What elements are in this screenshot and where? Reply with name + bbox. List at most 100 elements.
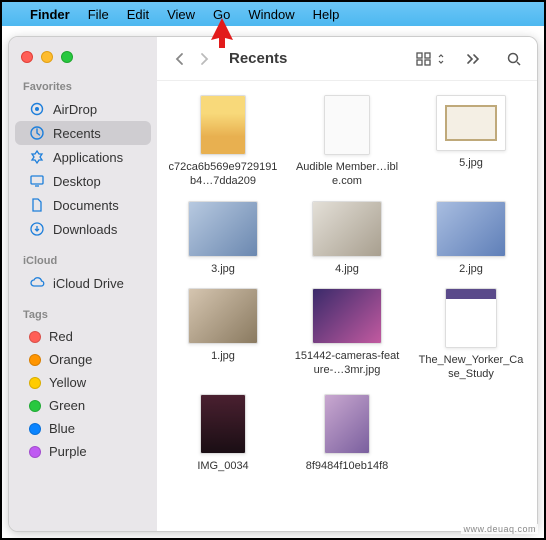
- airdrop-icon: [29, 101, 45, 117]
- sidebar-heading-favorites: Favorites: [9, 77, 157, 97]
- clock-icon: [29, 125, 45, 141]
- file-thumbnail: [324, 394, 370, 454]
- file-item[interactable]: IMG_0034: [165, 394, 281, 474]
- sidebar-item-icloud-drive[interactable]: iCloud Drive: [15, 271, 151, 295]
- sidebar-tag-green[interactable]: Green: [15, 394, 151, 417]
- nav-buttons: [169, 48, 215, 70]
- menu-help[interactable]: Help: [313, 7, 340, 22]
- desktop-icon: [29, 173, 45, 189]
- sidebar-item-label: Blue: [49, 421, 75, 436]
- sidebar-tag-red[interactable]: Red: [15, 325, 151, 348]
- tag-dot-icon: [29, 331, 41, 343]
- sidebar-tag-blue[interactable]: Blue: [15, 417, 151, 440]
- sidebar-heading-tags: Tags: [9, 305, 157, 325]
- search-button[interactable]: [503, 48, 525, 70]
- menu-edit[interactable]: Edit: [127, 7, 149, 22]
- file-item[interactable]: c72ca6b569e9729191b4…7dda209: [165, 95, 281, 189]
- file-item[interactable]: 2.jpg: [413, 201, 529, 277]
- file-item[interactable]: Audible Member…ible.com: [289, 95, 405, 189]
- content-area: Recents c72ca6b569e9729191b4…7dda209 Audi…: [157, 37, 537, 531]
- sidebar-item-desktop[interactable]: Desktop: [15, 169, 151, 193]
- sidebar-item-label: Green: [49, 398, 85, 413]
- tag-dot-icon: [29, 400, 41, 412]
- sidebar-tag-purple[interactable]: Purple: [15, 440, 151, 463]
- sidebar-section-icloud: iCloud iCloud Drive: [9, 251, 157, 295]
- tag-dot-icon: [29, 423, 41, 435]
- file-label: 4.jpg: [335, 263, 359, 277]
- view-mode-button[interactable]: [416, 48, 445, 70]
- file-thumbnail: [312, 288, 382, 344]
- zoom-button[interactable]: [61, 51, 73, 63]
- file-label: 3.jpg: [211, 263, 235, 277]
- file-thumbnail: [436, 95, 506, 151]
- applications-icon: [29, 149, 45, 165]
- sidebar-tag-yellow[interactable]: Yellow: [15, 371, 151, 394]
- finder-window: Favorites AirDrop Recents Applications D…: [8, 36, 538, 532]
- file-label: 5.jpg: [459, 157, 483, 171]
- file-item[interactable]: 3.jpg: [165, 201, 281, 277]
- file-item[interactable]: 5.jpg: [413, 95, 529, 189]
- chevron-updown-icon: [437, 52, 445, 66]
- sidebar-item-downloads[interactable]: Downloads: [15, 217, 151, 241]
- sidebar-heading-icloud: iCloud: [9, 251, 157, 271]
- menu-file[interactable]: File: [88, 7, 109, 22]
- sidebar-item-label: Documents: [53, 198, 119, 213]
- chevron-double-right-icon: [465, 52, 483, 66]
- sidebar-item-airdrop[interactable]: AirDrop: [15, 97, 151, 121]
- sidebar-item-label: Purple: [49, 444, 87, 459]
- toolbar: Recents: [157, 37, 537, 81]
- sidebar-item-label: AirDrop: [53, 102, 97, 117]
- file-thumbnail: [200, 95, 246, 155]
- file-item[interactable]: 8f9484f10eb14f8: [289, 394, 405, 474]
- file-label: The_New_Yorker_Case_Study: [416, 354, 526, 382]
- file-label: IMG_0034: [197, 460, 248, 474]
- file-grid[interactable]: c72ca6b569e9729191b4…7dda209 Audible Memb…: [157, 81, 537, 531]
- sidebar-section-tags: Tags Red Orange Yellow Green Blue: [9, 305, 157, 463]
- sidebar-item-label: Orange: [49, 352, 92, 367]
- file-item[interactable]: 151442-cameras-feature-…3mr.jpg: [289, 288, 405, 382]
- file-item[interactable]: The_New_Yorker_Case_Study: [413, 288, 529, 382]
- file-label: 2.jpg: [459, 263, 483, 277]
- app-menu[interactable]: Finder: [30, 7, 70, 22]
- tag-dot-icon: [29, 354, 41, 366]
- file-label: Audible Member…ible.com: [292, 161, 402, 189]
- sidebar: Favorites AirDrop Recents Applications D…: [9, 37, 157, 531]
- tag-dot-icon: [29, 446, 41, 458]
- file-label: 1.jpg: [211, 350, 235, 364]
- file-label: 151442-cameras-feature-…3mr.jpg: [292, 350, 402, 378]
- watermark: www.deuaq.com: [461, 524, 538, 534]
- file-thumbnail: [188, 201, 258, 257]
- file-thumbnail: [200, 394, 246, 454]
- sidebar-item-label: Yellow: [49, 375, 86, 390]
- downloads-icon: [29, 221, 45, 237]
- sidebar-item-recents[interactable]: Recents: [15, 121, 151, 145]
- file-thumbnail: [188, 288, 258, 344]
- window-controls: [9, 45, 157, 77]
- sidebar-item-label: Applications: [53, 150, 123, 165]
- grid-icon: [416, 52, 434, 66]
- menu-go[interactable]: Go: [213, 7, 230, 22]
- sidebar-item-applications[interactable]: Applications: [15, 145, 151, 169]
- file-thumbnail: [324, 95, 370, 155]
- menu-window[interactable]: Window: [248, 7, 294, 22]
- search-icon: [506, 51, 522, 67]
- menu-view[interactable]: View: [167, 7, 195, 22]
- cloud-icon: [29, 275, 45, 291]
- file-thumbnail: [312, 201, 382, 257]
- more-button[interactable]: [463, 48, 485, 70]
- system-menubar: Finder File Edit View Go Window Help: [2, 2, 544, 26]
- sidebar-section-favorites: Favorites AirDrop Recents Applications D…: [9, 77, 157, 241]
- documents-icon: [29, 197, 45, 213]
- close-button[interactable]: [21, 51, 33, 63]
- sidebar-tag-orange[interactable]: Orange: [15, 348, 151, 371]
- back-button[interactable]: [169, 48, 191, 70]
- sidebar-item-documents[interactable]: Documents: [15, 193, 151, 217]
- minimize-button[interactable]: [41, 51, 53, 63]
- forward-button[interactable]: [193, 48, 215, 70]
- window-title: Recents: [229, 50, 406, 67]
- file-item[interactable]: 4.jpg: [289, 201, 405, 277]
- sidebar-item-label: Recents: [53, 126, 101, 141]
- file-label: c72ca6b569e9729191b4…7dda209: [168, 161, 278, 189]
- file-item[interactable]: 1.jpg: [165, 288, 281, 382]
- sidebar-item-label: Desktop: [53, 174, 101, 189]
